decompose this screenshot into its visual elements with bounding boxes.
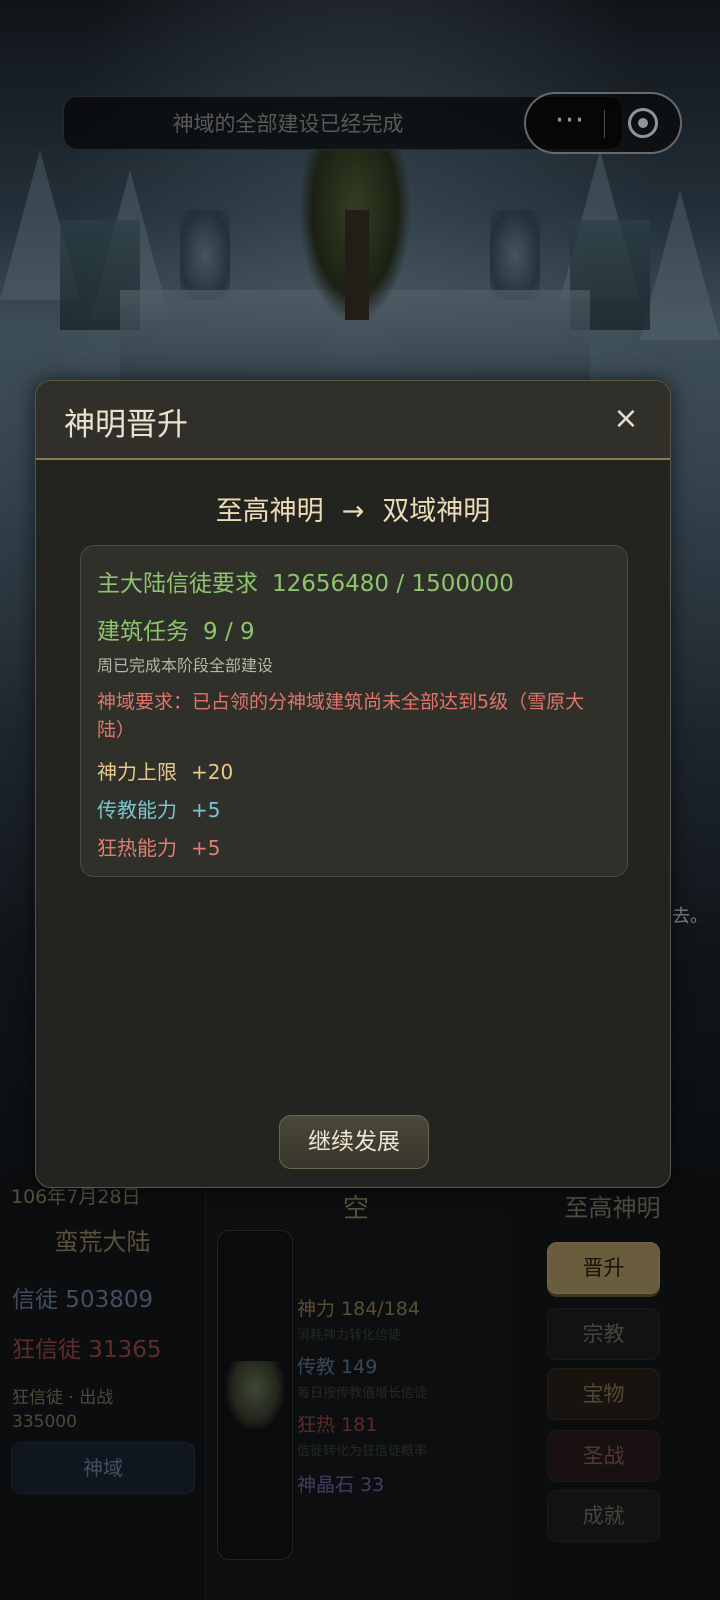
reward-value: +20: [191, 760, 234, 784]
dialog-title: 神明晋升: [64, 407, 188, 443]
rank-transition: 至高神明 → 双域神明: [36, 489, 670, 528]
reward-value: +5: [191, 798, 221, 822]
from-rank: 至高神明: [215, 496, 324, 527]
requirements-box: 主大陆信徒要求 12656480 / 1500000 建筑任务 9 / 9 周已完成…: [80, 545, 628, 877]
build-note: 周已完成本阶段全部建设: [97, 656, 274, 675]
continue-button[interactable]: 继续发展: [279, 1115, 429, 1169]
reward-fervor: 狂热能力 +5: [97, 832, 220, 861]
reward-preach: 传教能力 +5: [97, 794, 220, 823]
reward-divine-power: 神力上限 +20: [97, 756, 233, 785]
promotion-dialog: 神明晋升 × 至高神明 → 双域神明 主大陆信徒要求 12656480 / 15000…: [35, 380, 671, 1188]
realm-requirement: 神域要求：已占领的分神域建筑尚未全部达到5级（雪原大陆）: [97, 691, 585, 741]
close-icon[interactable]: ×: [606, 399, 646, 439]
believer-requirement-value: 12656480 / 1500000: [272, 571, 514, 597]
dialog-header: 神明晋升 ×: [36, 381, 670, 460]
build-task-value: 9 / 9: [203, 619, 255, 645]
build-task: 建筑任务 9 / 9: [97, 612, 255, 646]
to-rank: 双域神明: [382, 496, 491, 527]
reward-label: 神力上限: [97, 760, 177, 784]
believer-requirement-label: 主大陆信徒要求: [97, 571, 258, 597]
arrow-right-icon: →: [341, 496, 365, 527]
reward-value: +5: [191, 836, 221, 860]
believer-requirement: 主大陆信徒要求 12656480 / 1500000: [97, 564, 514, 598]
reward-label: 传教能力: [97, 798, 177, 822]
reward-label: 狂热能力: [97, 836, 177, 860]
build-task-label: 建筑任务: [97, 619, 189, 645]
